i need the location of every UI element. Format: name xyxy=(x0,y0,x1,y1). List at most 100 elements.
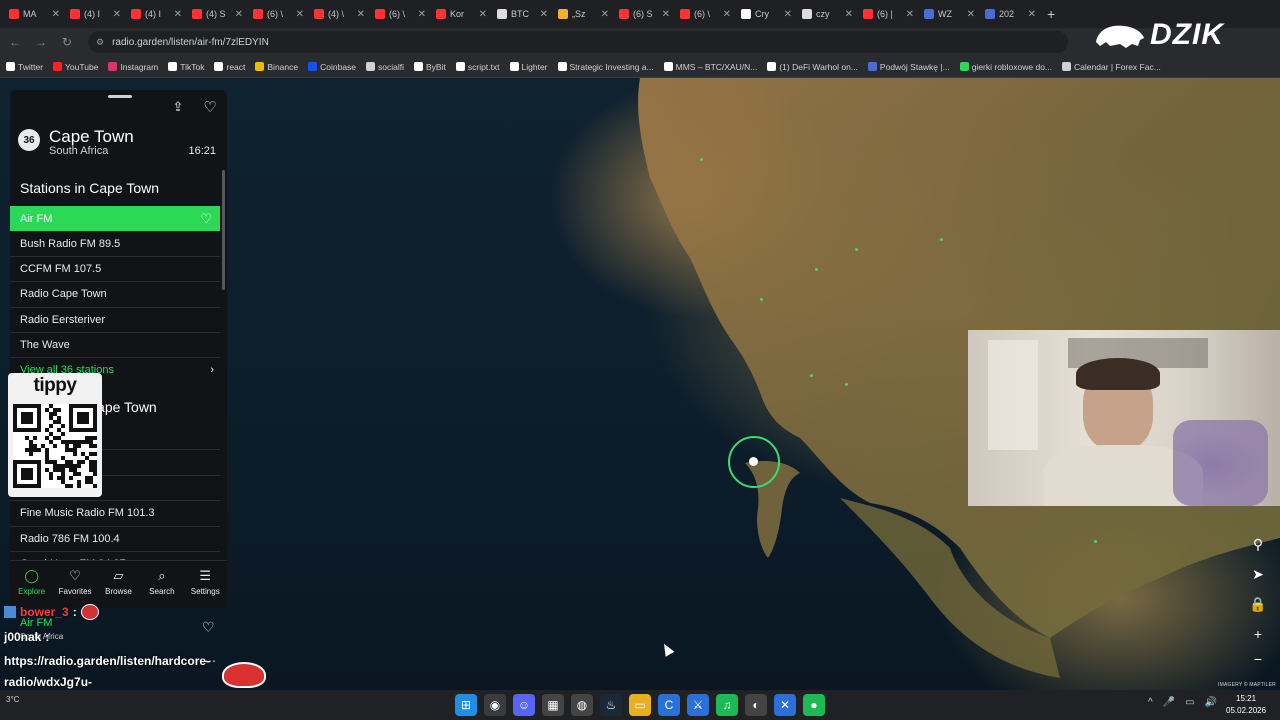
close-icon[interactable]: ✕ xyxy=(418,9,426,20)
mic-icon[interactable]: 🎤 xyxy=(1163,697,1175,708)
discord-icon[interactable]: ☺ xyxy=(513,694,535,716)
bookmark-item[interactable]: Binance xyxy=(255,62,298,72)
lock-icon[interactable]: 🔒 xyxy=(1246,593,1270,615)
station-list-item[interactable]: Air FM ♡ xyxy=(10,206,220,232)
app-icon[interactable]: ● xyxy=(803,694,825,716)
obs-icon[interactable]: ◍ xyxy=(571,694,593,716)
station-dot[interactable] xyxy=(845,383,848,386)
bookmark-item[interactable]: script.txt xyxy=(455,62,500,72)
app-icon[interactable]: ◐ xyxy=(745,694,767,716)
steam-icon[interactable]: ♨ xyxy=(600,694,622,716)
more-icon[interactable]: ⋯ xyxy=(204,654,216,668)
spotify-icon[interactable]: ♫ xyxy=(716,694,738,716)
close-icon[interactable]: ✕ xyxy=(1028,9,1036,20)
close-icon[interactable]: ✕ xyxy=(723,9,731,20)
close-icon[interactable]: ✕ xyxy=(601,9,609,20)
nav-settings[interactable]: ☰ Settings xyxy=(185,569,225,597)
close-icon[interactable]: ✕ xyxy=(967,9,975,20)
bookmark-item[interactable]: Instagram xyxy=(108,62,158,72)
pin-icon[interactable]: ⚲ xyxy=(1246,533,1270,555)
chrome-icon[interactable]: ◉ xyxy=(484,694,506,716)
forward-icon[interactable]: → xyxy=(32,35,50,49)
station-dot[interactable] xyxy=(940,238,943,241)
back-icon[interactable]: ← xyxy=(6,35,24,49)
app-icon[interactable]: C xyxy=(658,694,680,716)
close-icon[interactable]: ✕ xyxy=(540,9,548,20)
close-icon[interactable]: ✕ xyxy=(52,9,60,20)
browser-tab[interactable]: BTC ✕ xyxy=(492,1,553,27)
browser-tab[interactable]: Cry ✕ xyxy=(736,1,797,27)
network-icon[interactable]: ▭ xyxy=(1185,697,1194,708)
share-icon[interactable]: ⇪ xyxy=(170,99,186,115)
heart-icon[interactable]: ♡ xyxy=(202,98,218,116)
site-info-icon[interactable]: ⚙ xyxy=(96,37,104,48)
browser-tab[interactable]: WZ ✕ xyxy=(919,1,980,27)
volume-icon[interactable]: 🔊 xyxy=(1205,697,1217,708)
folder-icon[interactable]: ▭ xyxy=(629,694,651,716)
bookmark-item[interactable]: gierki robloxowe do... xyxy=(959,62,1052,72)
station-dot[interactable] xyxy=(855,248,858,251)
browser-tab[interactable]: 202 ✕ xyxy=(980,1,1041,27)
close-icon[interactable]: ✕ xyxy=(845,9,853,20)
bookmark-item[interactable]: YouTube xyxy=(53,62,98,72)
app-icon[interactable]: ✕ xyxy=(774,694,796,716)
nav-explore[interactable]: ◯ Explore xyxy=(12,569,52,597)
new-tab-button[interactable]: + xyxy=(1041,6,1061,22)
url-input[interactable]: ⚙ radio.garden/listen/air-fm/7zlEDYIN xyxy=(88,31,1068,53)
zoom-in-button[interactable]: + xyxy=(1246,623,1270,645)
bookmark-item[interactable]: Coinbase xyxy=(308,62,356,72)
station-list-item[interactable]: Radio Cape Town xyxy=(10,282,220,308)
station-list-item[interactable]: Bush Radio FM 89.5 xyxy=(10,231,220,257)
bookmark-item[interactable]: socialfi xyxy=(366,62,404,72)
browser-tab[interactable]: „Sz ✕ xyxy=(553,1,614,27)
station-dot[interactable] xyxy=(815,268,818,271)
close-icon[interactable]: ✕ xyxy=(235,9,243,20)
reload-icon[interactable]: ↻ xyxy=(58,35,76,49)
station-list-item[interactable]: Fine Music Radio FM 101.3 xyxy=(10,501,220,527)
browser-tab[interactable]: Kor ✕ xyxy=(431,1,492,27)
close-icon[interactable]: ✕ xyxy=(784,9,792,20)
app-icon[interactable]: ⚔ xyxy=(687,694,709,716)
close-icon[interactable]: ✕ xyxy=(113,9,121,20)
close-icon[interactable]: ✕ xyxy=(357,9,365,20)
browser-tab[interactable]: (4) S ✕ xyxy=(187,1,248,27)
panel-scrollbar[interactable] xyxy=(222,170,225,290)
browser-tab[interactable]: (4) \ ✕ xyxy=(309,1,370,27)
bookmark-item[interactable]: Calendar | Forex Fac... xyxy=(1062,62,1161,72)
station-dot[interactable] xyxy=(700,158,703,161)
nav-browse[interactable]: ▱ Browse xyxy=(98,569,138,597)
bookmark-item[interactable]: Strategic Investing a... xyxy=(557,62,654,72)
close-icon[interactable]: ✕ xyxy=(296,9,304,20)
bookmark-item[interactable]: Twitter xyxy=(6,62,43,72)
station-dot[interactable] xyxy=(810,374,813,377)
station-list-item[interactable]: Radio 786 FM 100.4 xyxy=(10,527,220,552)
taskbar-clock[interactable]: 15:21 05.02.2026 xyxy=(1226,693,1266,717)
close-icon[interactable]: ✕ xyxy=(174,9,182,20)
browser-tab[interactable]: czy ✕ xyxy=(797,1,858,27)
panel-drag-handle[interactable] xyxy=(108,95,132,98)
station-dot[interactable] xyxy=(1094,540,1097,543)
zoom-out-button[interactable]: − xyxy=(1246,648,1270,670)
station-list-item[interactable]: Radio Eersteriver xyxy=(10,308,220,333)
bookmark-item[interactable]: ByBit xyxy=(414,62,446,72)
app-icon[interactable]: ▦ xyxy=(542,694,564,716)
bookmark-item[interactable]: TikTok xyxy=(168,62,204,72)
station-dot[interactable] xyxy=(760,298,763,301)
browser-tab[interactable]: (6) \ ✕ xyxy=(370,1,431,27)
bookmark-item[interactable]: Lighter xyxy=(509,62,548,72)
station-list-item[interactable]: CCFM FM 107.5 xyxy=(10,257,220,283)
bookmark-item[interactable]: react xyxy=(214,62,245,72)
chevron-up-icon[interactable]: ^ xyxy=(1148,697,1153,708)
bookmark-item[interactable]: Podwój Stawkę |... xyxy=(867,62,950,72)
bookmark-item[interactable]: (1) DeFi Warhol on... xyxy=(767,62,858,72)
browser-tab[interactable]: (6) S ✕ xyxy=(614,1,675,27)
station-list-item[interactable]: The Wave xyxy=(10,333,220,359)
weather-widget[interactable]: 3°C xyxy=(6,695,19,704)
close-icon[interactable]: ✕ xyxy=(479,9,487,20)
nav-search[interactable]: ⌕ Search xyxy=(142,569,182,597)
start-icon[interactable]: ⊞ xyxy=(455,694,477,716)
close-icon[interactable]: ✕ xyxy=(662,9,670,20)
locate-icon[interactable]: ➤ xyxy=(1246,563,1270,585)
browser-tab[interactable]: (4) I ✕ xyxy=(65,1,126,27)
browser-tab[interactable]: (6) \ ✕ xyxy=(675,1,736,27)
